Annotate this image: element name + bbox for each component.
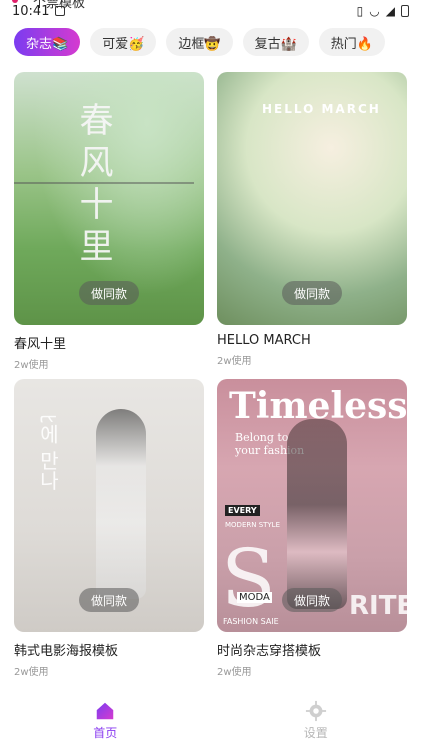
nav-settings-label: 设置 [303,725,328,740]
template-usage-count: 2w使用 [217,356,252,367]
status-right: ▯ ◡ ◢ [357,4,409,18]
bottom-nav: 首页 设置 [0,690,421,750]
button-label: 做同款 [90,593,127,608]
gear-icon [305,700,326,721]
template-overlay-text: HELLO MARCH [262,102,381,116]
nav-home-label: 首页 [93,725,118,740]
magazine-moda-text: MODA [237,592,272,603]
template-usage-count: 2w使用 [14,360,49,371]
button-label: 做同款 [293,286,330,301]
template-card[interactable]: HELLO MARCH 做同款 HELLO MARCH 2w使用 [217,72,407,367]
template-usage-count: 2w使用 [217,667,252,678]
template-card[interactable]: 春风十里 做同款 春风十里 2w使用 [14,72,204,371]
chip-hot[interactable]: 热门🔥 [318,28,385,56]
template-title: 韩式电影海报模板 [14,644,119,659]
button-label: 做同款 [293,593,330,608]
template-usage-count: 2w使用 [14,667,49,678]
magazine-style-text: MODERN STYLE [225,521,281,529]
chip-label: 杂志📚 [26,36,69,52]
chip-magazine[interactable]: 杂志📚 [14,28,81,56]
template-title: 时尚杂志穿搭模板 [217,644,322,659]
magazine-fashion-text: FASHION SAIE [223,617,279,626]
person-silhouette [96,409,146,599]
chip-label: 可爱🥳 [102,36,145,52]
magazine-letters: RITE [349,591,407,621]
magazine-big-letter: S [221,532,276,625]
template-image[interactable]: Timeless Belong to your fashion EVERY MO… [217,379,407,632]
chip-border[interactable]: 边框🤠 [166,28,233,56]
fence-graphic [14,182,194,242]
template-image[interactable]: HELLO MARCH 做同款 [217,72,407,325]
template-overlay-text: ﾋ에 만나 [36,414,60,491]
signal-icon: ◢ [385,4,395,18]
status-bar: 个票模板 10:41 ▯ ◡ ◢ [0,0,421,22]
chip-label: 热门🔥 [330,36,373,52]
vibrate-icon: ▯ [356,4,364,18]
screen: 个票模板 10:41 ▯ ◡ ◢ 杂志📚 可爱🥳 边框🤠 复古🏰 热门🔥 春风十… [0,0,421,750]
template-title: HELLO MARCH [217,333,311,348]
nav-settings[interactable]: 设置 [276,700,356,741]
chip-label: 边框🤠 [178,36,221,52]
battery-icon [401,5,409,17]
template-card[interactable]: Timeless Belong to your fashion EVERY MO… [217,379,407,678]
make-same-button[interactable]: 做同款 [282,281,342,305]
make-same-button[interactable]: 做同款 [79,588,139,612]
make-same-button[interactable]: 做同款 [79,281,139,305]
chip-cute[interactable]: 可爱🥳 [90,28,157,56]
person-silhouette [287,419,347,609]
nav-home[interactable]: 首页 [65,700,145,741]
cutoff-app-title: 个票模板 [33,0,86,11]
chip-label: 复古🏰 [254,36,297,52]
magazine-tag-text: EVERY [225,505,260,516]
button-label: 做同款 [90,286,127,301]
template-card[interactable]: ﾋ에 만나 做同款 韩式电影海报模板 2w使用 [14,379,204,678]
template-image[interactable]: ﾋ에 만나 做同款 [14,379,204,632]
template-title: 春风十里 [14,337,67,352]
template-image[interactable]: 春风十里 做同款 [14,72,204,325]
chip-retro[interactable]: 复古🏰 [242,28,309,56]
wifi-icon: ◡ [369,4,380,18]
category-chips: 杂志📚 可爱🥳 边框🤠 复古🏰 热门🔥 [14,28,385,56]
home-icon [97,702,114,719]
make-same-button[interactable]: 做同款 [282,588,342,612]
